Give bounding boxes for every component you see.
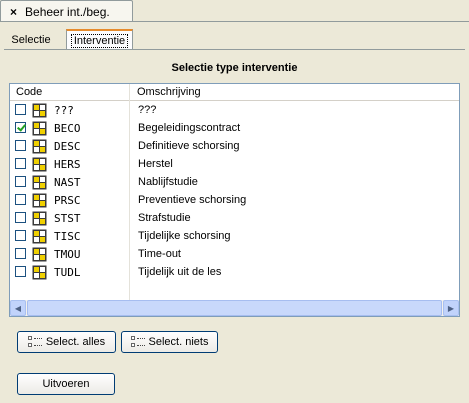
tab-selectie-label: Selectie (11, 33, 51, 46)
grid-type-icon (32, 265, 47, 283)
grid-type-icon (32, 139, 47, 157)
list-item[interactable]: PRSC Preventieve schorsing (10, 192, 459, 210)
grid-type-icon (32, 211, 47, 229)
list-item[interactable]: STST Strafstudie (10, 210, 459, 228)
row-description: Preventieve schorsing (138, 194, 247, 206)
row-checkbox[interactable] (15, 266, 26, 277)
row-code: STST (54, 212, 81, 225)
scroll-left-icon: ◀ (14, 303, 22, 313)
tab-selectie[interactable]: Selectie (6, 30, 56, 49)
row-description: Time-out (138, 248, 181, 260)
list-item[interactable]: TUDL Tijdelijk uit de les (10, 264, 459, 282)
row-code: TISC (54, 230, 81, 243)
document-tab-title: Beheer int./beg. (25, 4, 110, 19)
tab-interventie-label: Interventie (70, 33, 129, 48)
grid-type-icon (32, 193, 47, 211)
select-all-icon (27, 336, 42, 348)
row-checkbox[interactable] (15, 104, 26, 115)
row-description: Tijdelijke schorsing (138, 230, 231, 242)
row-code: HERS (54, 158, 81, 171)
row-description: Begeleidingscontract (138, 122, 241, 134)
scroll-left-button[interactable]: ◀ (10, 300, 26, 316)
row-code: ??? (54, 104, 74, 117)
tab-interventie[interactable]: Interventie (66, 29, 133, 50)
scrollbar-thumb[interactable] (27, 300, 442, 316)
row-description: Nablijfstudie (138, 176, 198, 188)
row-description: Strafstudie (138, 212, 191, 224)
select-none-icon (130, 336, 145, 348)
row-checkbox[interactable] (15, 122, 26, 133)
row-checkbox[interactable] (15, 248, 26, 259)
section-title: Selectie type interventie (171, 62, 298, 74)
grid-type-icon (32, 175, 47, 193)
horizontal-scrollbar[interactable]: ◀ ▶ (10, 300, 459, 316)
select-all-label: Select. alles (45, 336, 106, 348)
list-item[interactable]: TISC Tijdelijke schorsing (10, 228, 459, 246)
select-all-button[interactable]: Select. alles (17, 331, 116, 353)
row-checkbox[interactable] (15, 176, 26, 187)
grid-type-icon (32, 103, 47, 121)
run-button[interactable]: Uitvoeren (17, 373, 115, 395)
grid-type-icon (32, 121, 47, 139)
row-checkbox[interactable] (15, 158, 26, 169)
list-item[interactable]: BECO Begeleidingscontract (10, 120, 459, 138)
list-item[interactable]: DESC Definitieve schorsing (10, 138, 459, 156)
grid-type-icon (32, 157, 47, 175)
row-checkbox[interactable] (15, 194, 26, 205)
tab-divider (4, 49, 465, 50)
row-code: DESC (54, 140, 81, 153)
document-tab[interactable]: × Beheer int./beg. (0, 0, 133, 22)
row-code: TMOU (54, 248, 81, 261)
select-none-button[interactable]: Select. niets (121, 331, 218, 353)
grid-type-icon (32, 247, 47, 265)
column-header-description[interactable]: Omschrijving (137, 86, 201, 98)
row-code: TUDL (54, 266, 81, 279)
list-item[interactable]: TMOU Time-out (10, 246, 459, 264)
column-header-code[interactable]: Code (16, 86, 42, 98)
list-item[interactable]: ?????? (10, 102, 459, 120)
row-code: BECO (54, 122, 81, 135)
list-item[interactable]: NAST Nablijfstudie (10, 174, 459, 192)
list-header: Code Omschrijving (10, 84, 459, 101)
scroll-right-icon: ▶ (447, 303, 455, 313)
row-checkbox[interactable] (15, 140, 26, 151)
row-description: ??? (138, 104, 157, 116)
run-button-label: Uitvoeren (42, 378, 90, 390)
row-checkbox[interactable] (15, 230, 26, 241)
select-none-label: Select. niets (148, 336, 209, 348)
row-description: Tijdelijk uit de les (138, 266, 222, 278)
list-item[interactable]: HERS Herstel (10, 156, 459, 174)
scroll-right-button[interactable]: ▶ (443, 300, 459, 316)
row-checkbox[interactable] (15, 212, 26, 223)
grid-type-icon (32, 229, 47, 247)
row-code: PRSC (54, 194, 81, 207)
row-description: Definitieve schorsing (138, 140, 240, 152)
close-icon[interactable]: × (10, 5, 17, 19)
row-code: NAST (54, 176, 81, 189)
row-description: Herstel (138, 158, 173, 170)
intervention-type-list[interactable]: Code Omschrijving ?????? BECO Begeleidings… (9, 83, 460, 317)
